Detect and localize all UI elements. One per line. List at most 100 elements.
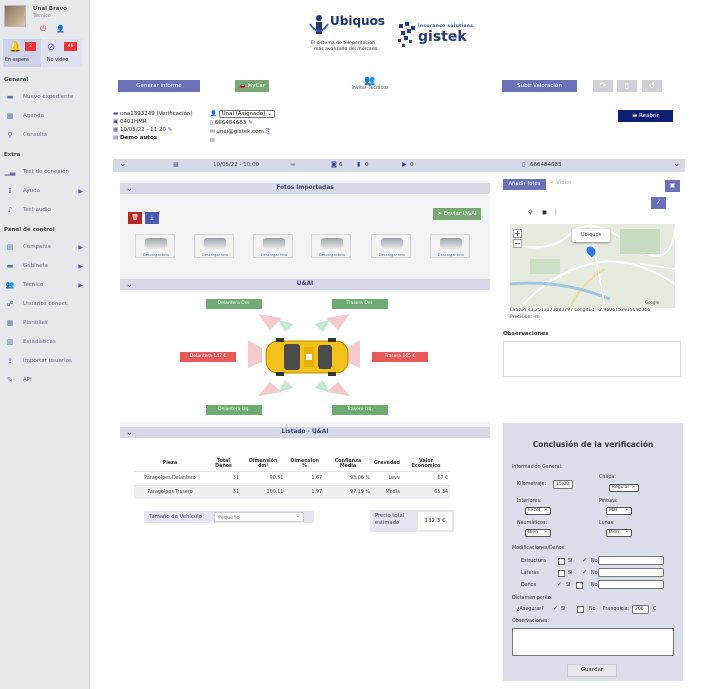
sidebar-item-import-users[interactable]: ⇪ Importar usuarios bbox=[0, 354, 90, 368]
assignee-select[interactable]: Unai (Asignado) ⌄ bbox=[218, 110, 275, 118]
chevron-down-icon[interactable]: ⌄ bbox=[126, 427, 133, 438]
interior-select[interactable]: Excel bbox=[525, 506, 551, 515]
send-uai-button[interactable]: ➤ Enviar U&AI bbox=[433, 208, 481, 220]
observations-textarea[interactable] bbox=[503, 341, 681, 377]
plate-row: ▣ 0401HMR bbox=[113, 118, 213, 126]
sidebar-item-new-case[interactable]: ▬ Nuevo expediente bbox=[0, 90, 90, 104]
chevron-down-icon[interactable]: ⌄ bbox=[119, 159, 127, 169]
zone-front-left[interactable]: Delantera Izq. bbox=[206, 405, 262, 415]
invite-techs-label: Invitar Técnicos bbox=[351, 86, 389, 91]
video-camera-icon[interactable]: ◼ bbox=[542, 209, 547, 216]
mod-notes-field[interactable] bbox=[598, 568, 664, 577]
yes-label: Sí bbox=[561, 607, 566, 612]
price-value: 132.3 € bbox=[418, 512, 452, 530]
table-row[interactable]: Paragolpes Trasero 31 100.11 1.97 97.19 … bbox=[134, 484, 450, 499]
photo-link[interactable]: Descargar foto bbox=[378, 253, 406, 257]
km-field[interactable]: 15/00 bbox=[553, 480, 573, 489]
chevron-down-icon[interactable]: ⌄ bbox=[126, 279, 133, 290]
add-photos-tab[interactable]: Añadir fotos bbox=[503, 179, 546, 190]
reopen-button[interactable]: ▬ Reabrir bbox=[618, 110, 673, 122]
info-bar[interactable]: ⌄ ▦ 10/05/22 - 10:00 ▬ ◙ 6 ▮ 0 ▶ 0 ▯ 666… bbox=[113, 159, 685, 172]
undo-icon[interactable]: ↺ bbox=[642, 80, 662, 92]
neumaticos-select[interactable]: Bien bbox=[525, 528, 551, 537]
signal-icon: ▁▃ bbox=[4, 168, 16, 176]
building-icon: ▤ bbox=[6, 243, 14, 251]
map-marker-popup[interactable]: Ubiquos bbox=[572, 229, 610, 242]
sidebar-item-office[interactable]: ▬ Gabinete ▶ bbox=[0, 259, 90, 273]
edit-icon[interactable]: ✎ bbox=[248, 120, 253, 126]
mod-no-checkbox[interactable] bbox=[576, 582, 583, 589]
listing-panel-header[interactable]: ⌄ Listado - U&AI bbox=[120, 427, 490, 438]
mod-notes-field[interactable] bbox=[598, 556, 664, 565]
chevron-down-icon[interactable]: ⌄ bbox=[673, 159, 681, 169]
sidebar-item-help[interactable]: ℹ Ayuda ▶ bbox=[0, 184, 90, 198]
franquicia-field[interactable]: 200 bbox=[632, 605, 649, 614]
zone-front-damage[interactable]: Delantera 147 € bbox=[180, 352, 236, 362]
photo-link[interactable]: Descargar foto bbox=[201, 253, 229, 257]
power-icon[interactable]: ⏻ bbox=[40, 24, 46, 34]
photo-thumbnail-4[interactable]: Descargar foto bbox=[311, 234, 351, 258]
mic-icon[interactable]: ǀ bbox=[555, 209, 557, 216]
magic-button[interactable]: ⁄ bbox=[651, 197, 666, 209]
sidebar-item-templates[interactable]: ▦ Plantillas bbox=[0, 316, 90, 330]
mod-notes-field[interactable] bbox=[598, 580, 664, 589]
pin-icon[interactable]: ⚲ bbox=[528, 209, 532, 216]
upload-valuation-button[interactable]: Subir Valoración bbox=[502, 80, 577, 92]
photos-panel-header[interactable]: ⌄ Fotos Importadas bbox=[120, 183, 490, 194]
car-button[interactable]: ▣ bbox=[665, 180, 680, 192]
chapa-select[interactable]: Regular bbox=[609, 483, 639, 492]
save-button[interactable]: Guardar bbox=[567, 664, 617, 677]
user-settings-icon[interactable]: 👤 bbox=[56, 25, 65, 33]
avatar[interactable] bbox=[4, 5, 26, 27]
zoom-out-button[interactable]: − bbox=[513, 239, 522, 248]
sidebar-item-company[interactable]: ▤ Compañía ▶ bbox=[0, 240, 90, 254]
download-photos-button[interactable]: ⤓ bbox=[145, 212, 159, 224]
zoom-in-button[interactable]: + bbox=[513, 229, 522, 238]
sidebar-item-connection-test[interactable]: ▁▃ Test de conexión bbox=[0, 165, 90, 179]
sidebar-item-technician[interactable]: 👥 Técnico ▶ bbox=[0, 278, 90, 292]
delete-photos-button[interactable]: 🗑 bbox=[128, 212, 142, 224]
chevron-down-icon[interactable]: ⌄ bbox=[126, 183, 133, 194]
mod-yes-checkbox[interactable] bbox=[558, 558, 565, 565]
zone-front-right[interactable]: Delantera Der. bbox=[206, 299, 262, 309]
uai-panel-header[interactable]: ⌄ U&AI bbox=[120, 279, 490, 290]
edit-icon[interactable]: ✎ bbox=[168, 127, 173, 133]
video-tab[interactable]: ✓ Vídeo bbox=[550, 180, 580, 186]
conclusion-observations-textarea[interactable] bbox=[512, 628, 674, 656]
photo-thumbnail-2[interactable]: Descargar foto bbox=[194, 234, 234, 258]
sidebar-item-stats[interactable]: ▥ Estadísticas bbox=[0, 335, 90, 349]
email-icon[interactable]: ✉ bbox=[210, 138, 215, 144]
pintura-select[interactable]: Mal bbox=[606, 506, 632, 515]
zone-rear-damage[interactable]: Trasera 165 € bbox=[372, 352, 428, 362]
document-icon[interactable]: ▯ bbox=[617, 80, 637, 92]
reopen-label: Reabrir bbox=[639, 113, 659, 119]
status-video[interactable]: ⊘ 46 No vídeo bbox=[42, 39, 82, 67]
insure-no-checkbox[interactable] bbox=[577, 606, 584, 613]
photo-link[interactable]: Descargar foto bbox=[318, 253, 346, 257]
photo-link[interactable]: Descargar foto bbox=[437, 253, 465, 257]
photo-link[interactable]: Descargar foto bbox=[260, 253, 288, 257]
sidebar-item-connected-users[interactable]: ☍ Usuarios conect. bbox=[0, 297, 90, 311]
invite-techs-button[interactable]: 👥 Invitar Técnicos bbox=[345, 76, 395, 100]
generate-report-button[interactable]: Generar informe bbox=[118, 80, 200, 92]
copy-icon[interactable]: ⎘ bbox=[266, 129, 270, 135]
sidebar-item-agenda[interactable]: ▦ Agenda bbox=[0, 109, 90, 123]
sidebar-item-api[interactable]: ✎ API bbox=[0, 373, 90, 387]
map[interactable]: + − Ubiquos Google bbox=[510, 224, 675, 308]
table-row[interactable]: Paragolpes Delantero 31 90.51 1.67 93.06… bbox=[134, 470, 450, 485]
share-icon[interactable]: ↷ bbox=[593, 80, 613, 92]
sidebar-item-search[interactable]: ⚲ Consulta bbox=[0, 128, 90, 142]
zone-rear-right[interactable]: Trasera Der. bbox=[332, 299, 388, 309]
zone-rear-left[interactable]: Trasera Izq. bbox=[332, 405, 388, 415]
status-online[interactable]: 🔔 2 En espera bbox=[3, 39, 41, 67]
photo-link[interactable]: Descargar foto bbox=[142, 253, 170, 257]
photo-thumbnail-1[interactable]: Descargar foto bbox=[135, 234, 175, 258]
photo-thumbnail-5[interactable]: Descargar foto bbox=[371, 234, 411, 258]
sidebar-item-audio-test[interactable]: ♪ Test audio bbox=[0, 203, 90, 217]
lunas-select[interactable]: Bien bbox=[606, 528, 632, 537]
photo-thumbnail-3[interactable]: Descargar foto bbox=[253, 234, 293, 258]
photo-thumbnail-6[interactable]: Descargar foto bbox=[430, 234, 470, 258]
mod-yes-checkbox[interactable] bbox=[558, 570, 565, 577]
mycar-button[interactable]: 🚗 MyCar bbox=[235, 80, 269, 92]
vehicle-size-select[interactable]: Pequeño ⌄ bbox=[214, 512, 304, 522]
